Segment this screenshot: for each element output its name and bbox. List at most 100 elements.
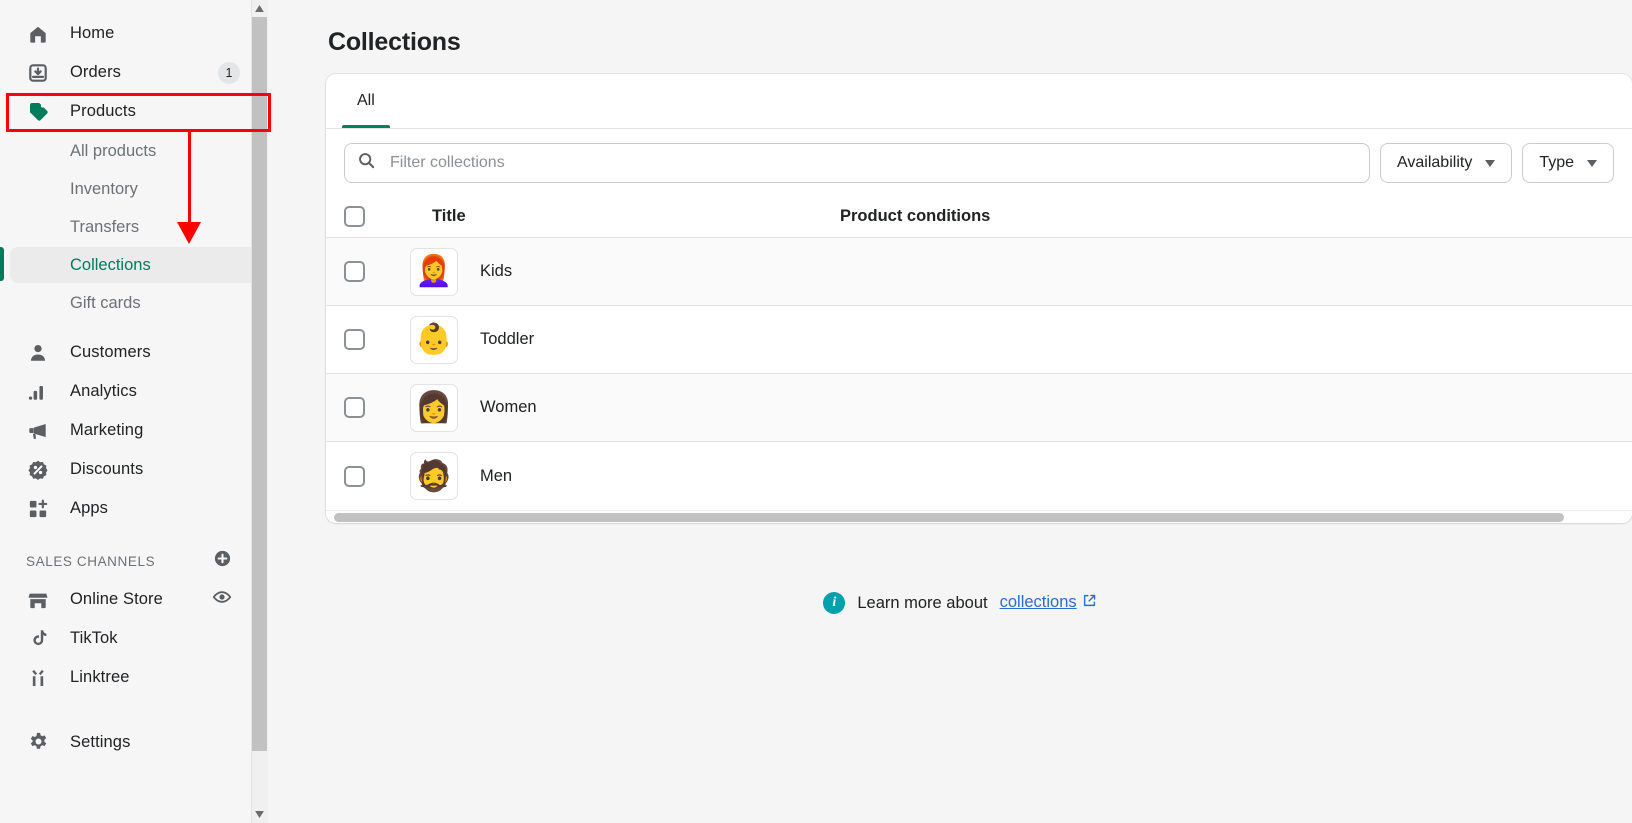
sidebar-scrollbar[interactable]: [251, 0, 268, 823]
search-icon: [357, 151, 376, 175]
sidebar-scrollbar-thumb[interactable]: [252, 17, 267, 751]
row-select-cell: [344, 329, 410, 350]
home-icon: [26, 22, 50, 46]
row-select-cell: [344, 465, 410, 487]
discounts-percent-icon: [26, 458, 50, 482]
marketing-megaphone-icon: [26, 419, 50, 443]
tab-label: All: [357, 92, 375, 109]
search-field-wrapper[interactable]: [344, 143, 1371, 183]
select-all-checkbox[interactable]: [344, 206, 365, 227]
sidebar-item-label: Customers: [70, 343, 151, 361]
main-content: Collections All Availability: [288, 0, 1632, 823]
collections-card: All Availability Type: [326, 74, 1632, 523]
sidebar-products-subnav: All products Inventory Transfers Collect…: [0, 133, 268, 321]
sidebar-item-label: Discounts: [70, 460, 144, 478]
sub-item-label: Transfers: [70, 217, 140, 236]
scroll-down-arrow-icon[interactable]: [252, 806, 267, 823]
search-input[interactable]: [388, 153, 1358, 173]
sidebar-item-collections[interactable]: Collections: [10, 247, 258, 283]
collection-title: Toddler: [480, 330, 535, 348]
learn-more-text: Learn more about: [857, 593, 988, 612]
row-checkbox[interactable]: [344, 465, 365, 487]
table-row[interactable]: 👶 Toddler: [326, 306, 1632, 374]
sidebar-item-label: Marketing: [70, 421, 144, 439]
sub-item-label: All products: [70, 141, 157, 160]
store-icon: [26, 588, 50, 612]
sidebar-item-home[interactable]: Home: [10, 14, 258, 53]
orders-count-badge: 1: [218, 61, 240, 84]
sales-channels-header: SALES CHANNELS: [10, 544, 258, 578]
scroll-up-arrow-icon[interactable]: [252, 0, 267, 17]
sub-item-label: Inventory: [70, 179, 138, 198]
collection-thumbnail: 👩: [410, 383, 458, 432]
sidebar: Home Orders 1 Products All products Inve…: [0, 0, 268, 823]
sidebar-nav: Home Orders 1 Products All products Inve…: [0, 0, 268, 762]
add-sales-channel-icon[interactable]: [213, 549, 232, 573]
table-row[interactable]: 👩‍🦰 Kids: [326, 238, 1632, 306]
sidebar-item-marketing[interactable]: Marketing: [10, 411, 258, 450]
sidebar-item-products[interactable]: Products: [10, 92, 258, 131]
column-header-product-conditions: Product conditions: [840, 207, 991, 225]
customer-person-icon: [26, 341, 50, 365]
table-row[interactable]: 👩 Women: [326, 374, 1632, 442]
external-link-icon[interactable]: [1082, 593, 1097, 613]
eye-icon[interactable]: [212, 587, 232, 612]
sidebar-item-tiktok[interactable]: TikTok: [10, 619, 258, 658]
sidebar-item-settings[interactable]: Settings: [10, 723, 258, 762]
active-indicator-bar: [0, 247, 4, 281]
collection-title: Kids: [480, 262, 513, 280]
linktree-icon: [26, 666, 50, 690]
sidebar-item-customers[interactable]: Customers: [10, 333, 258, 372]
sidebar-item-all-products[interactable]: All products: [10, 133, 258, 169]
sales-channels-label: SALES CHANNELS: [26, 553, 156, 569]
row-select-cell: [344, 261, 410, 282]
collection-thumbnail: 👩‍🦰: [410, 247, 458, 296]
analytics-bars-icon: [26, 380, 50, 404]
learn-more-footer: i Learn more about collections: [288, 592, 1632, 614]
products-tag-icon: [26, 100, 50, 124]
row-checkbox[interactable]: [344, 397, 365, 418]
sidebar-item-label: Online Store: [70, 590, 163, 608]
row-checkbox[interactable]: [344, 261, 365, 282]
sidebar-item-label: Settings: [70, 733, 131, 751]
row-select-cell: [344, 397, 410, 418]
row-checkbox[interactable]: [344, 329, 365, 350]
sidebar-item-label: Orders: [70, 63, 122, 81]
table-body: 👩‍🦰 Kids 👶 Toddler 👩 Women: [326, 238, 1632, 510]
sidebar-item-linktree[interactable]: Linktree: [10, 658, 258, 697]
table-row[interactable]: 🧔 Men: [326, 442, 1632, 510]
tab-all[interactable]: All: [342, 74, 390, 128]
orders-inbox-icon: [26, 61, 50, 85]
table-horizontal-scrollbar[interactable]: [326, 510, 1632, 523]
sidebar-item-label: Apps: [70, 499, 109, 517]
table-scrollbar-thumb[interactable]: [334, 513, 1564, 522]
sidebar-item-discounts[interactable]: Discounts: [10, 450, 258, 489]
sidebar-item-apps[interactable]: Apps: [10, 489, 258, 528]
annotation-arrow-head: [177, 222, 201, 244]
chevron-down-icon: [1587, 159, 1597, 167]
collection-thumbnail: 👶: [410, 315, 458, 364]
collection-thumbnail: 🧔: [410, 452, 458, 500]
column-header-title: Title: [432, 207, 466, 225]
page-title: Collections: [328, 28, 461, 56]
sidebar-item-label: Linktree: [70, 668, 130, 686]
availability-filter-button[interactable]: Availability: [1380, 143, 1513, 183]
sub-item-label: Gift cards: [70, 293, 141, 312]
collections-link[interactable]: collections: [1000, 593, 1077, 611]
apps-grid-plus-icon: [26, 497, 50, 521]
gear-icon: [26, 731, 50, 755]
sidebar-item-online-store[interactable]: Online Store: [10, 580, 258, 619]
select-all-cell: [344, 206, 410, 227]
sidebar-item-orders[interactable]: Orders 1: [10, 53, 258, 92]
collection-title: Women: [480, 398, 537, 416]
sidebar-item-label: Home: [70, 24, 115, 42]
sidebar-item-analytics[interactable]: Analytics: [10, 372, 258, 411]
sidebar-item-gift-cards[interactable]: Gift cards: [10, 285, 258, 321]
sidebar-item-transfers[interactable]: Transfers: [10, 209, 258, 245]
type-filter-button[interactable]: Type: [1522, 143, 1614, 183]
annotation-arrow-line: [188, 132, 191, 228]
collection-title: Men: [480, 466, 513, 485]
table-header-row: Title Product conditions: [326, 196, 1632, 238]
info-icon: i: [823, 592, 846, 614]
sidebar-item-inventory[interactable]: Inventory: [10, 171, 258, 207]
